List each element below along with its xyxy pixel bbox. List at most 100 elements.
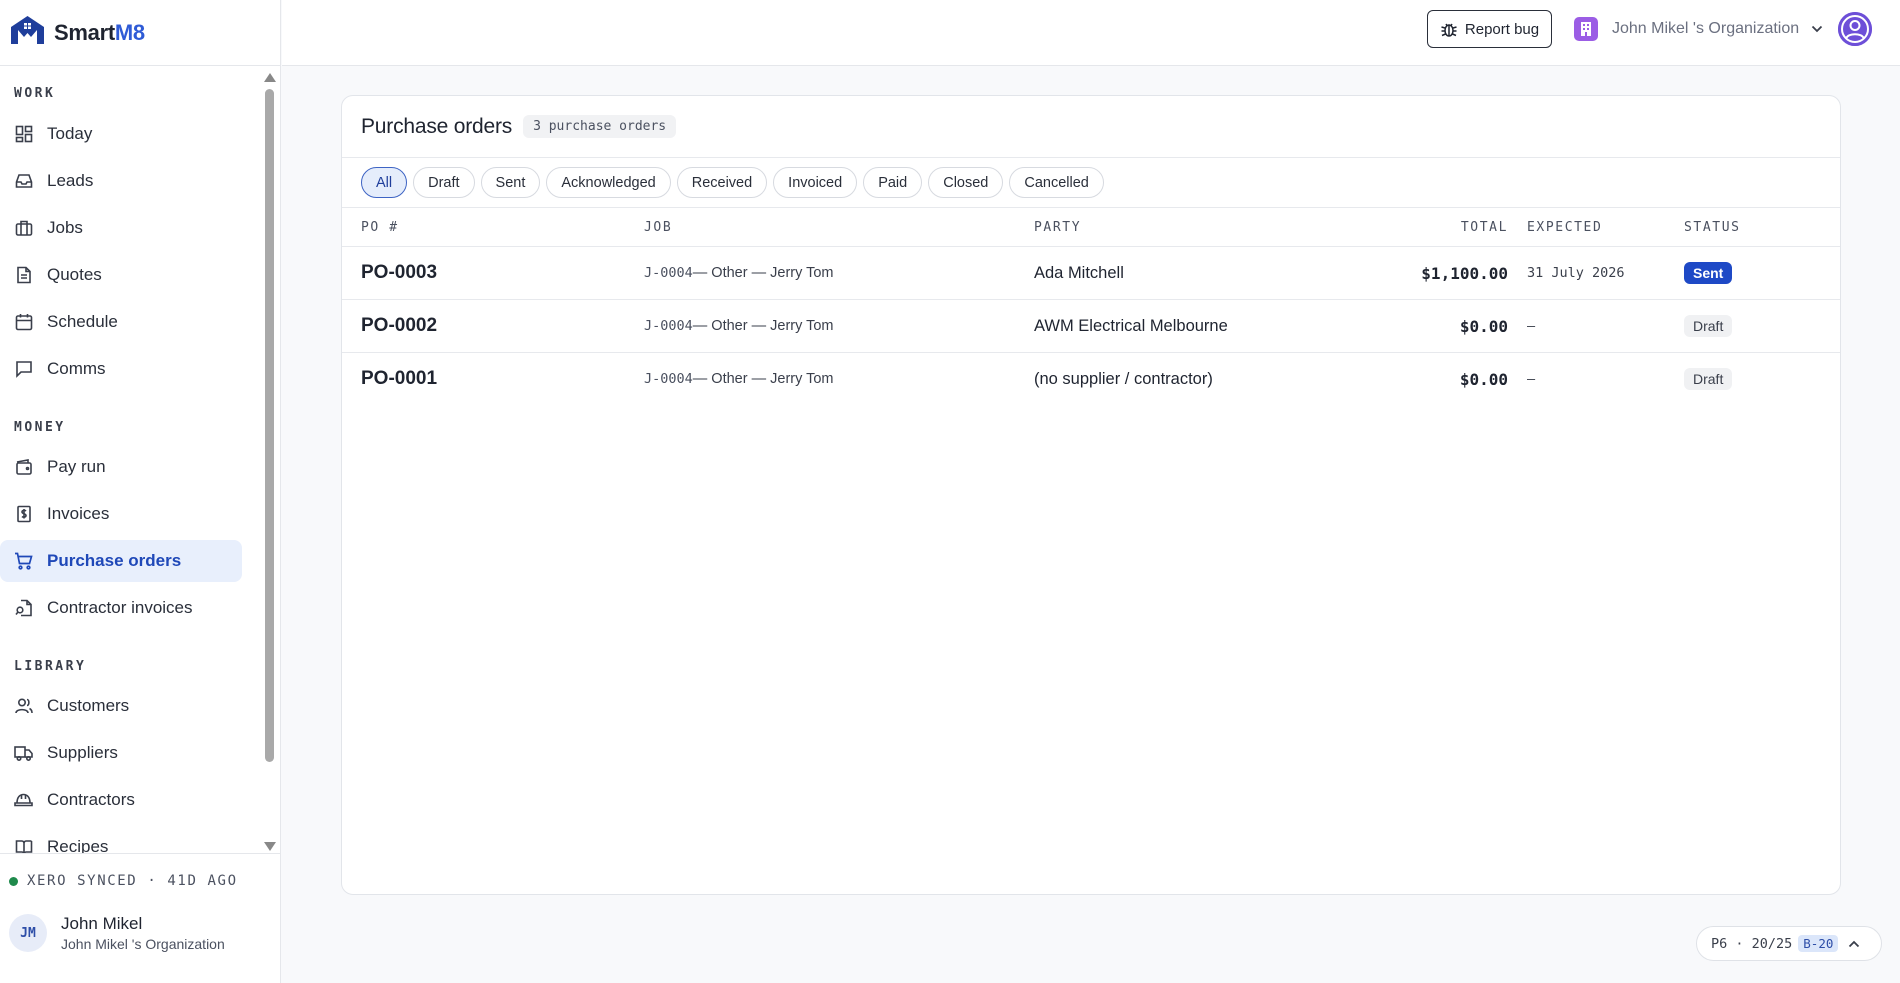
sidebar-item-label: Today	[47, 124, 93, 143]
column-header-po[interactable]: PO #	[361, 220, 399, 235]
sidebar-item-recipes[interactable]: Recipes	[0, 826, 242, 853]
section-library-label: LIBRARY	[14, 659, 87, 674]
status-cell: Draft	[1684, 300, 1733, 352]
sidebar-item-label: Contractors	[47, 790, 135, 809]
po-number[interactable]: PO-0001	[361, 353, 437, 405]
sync-status-dot-icon	[9, 876, 18, 886]
section-work-label: WORK	[14, 86, 56, 101]
filter-invoiced[interactable]: Invoiced	[773, 167, 858, 198]
chevron-up-icon	[1848, 940, 1860, 948]
xero-sync-status: XERO SYNCED · 41D AGO	[9, 873, 238, 889]
table-row[interactable]: PO-0002 J-0004 — Other — Jerry Tom AWM E…	[342, 300, 1840, 353]
status-cell: Sent	[1684, 247, 1733, 299]
file-search-icon	[14, 599, 33, 618]
bug-icon	[1440, 20, 1458, 38]
column-header-total[interactable]: TOTAL	[1402, 220, 1508, 235]
purchase-orders-card: Purchase orders 3 purchase orders All Dr…	[341, 95, 1841, 895]
status-badge: Sent	[1684, 262, 1733, 284]
scroll-up-arrow-icon[interactable]	[264, 73, 276, 82]
sidebar-item-contractor-invoices[interactable]: Contractor invoices	[0, 587, 242, 629]
report-bug-label: Report bug	[1464, 20, 1540, 38]
sidebar-item-suppliers[interactable]: Suppliers	[0, 732, 242, 774]
chevron-down-icon	[1811, 25, 1823, 33]
job-cell: J-0004 — Other — Jerry Tom	[644, 318, 834, 334]
organization-selector[interactable]: John Mikel 's Organization	[1574, 15, 1823, 43]
sidebar-item-leads[interactable]: Leads	[0, 160, 242, 202]
sidebar-item-label: Quotes	[47, 265, 102, 284]
table-body: PO-0003 J-0004 — Other — Jerry Tom Ada M…	[342, 247, 1840, 406]
avatar: JM	[9, 914, 47, 952]
party-cell: (no supplier / contractor)	[1034, 369, 1213, 388]
sidebar-item-contractors[interactable]: Contractors	[0, 779, 242, 821]
dollar-receipt-icon	[14, 505, 33, 524]
column-header-party[interactable]: PARTY	[1034, 220, 1081, 235]
wallet-icon	[14, 458, 33, 477]
total-cell: $0.00	[1459, 369, 1508, 389]
expected-cell: 31 July 2026	[1527, 265, 1625, 281]
sidebar-item-label: Purchase orders	[47, 551, 182, 570]
column-header-job[interactable]: JOB	[644, 220, 672, 235]
page-indicator-pill[interactable]: P6 · 20/25 B-20	[1696, 926, 1882, 961]
total-cell: $0.00	[1459, 316, 1508, 336]
status-filter-bar: All Draft Sent Acknowledged Received Inv…	[342, 158, 1840, 208]
sidebar-item-quotes[interactable]: Quotes	[0, 254, 242, 296]
chat-icon	[14, 360, 33, 379]
user-name: John Mikel	[61, 914, 143, 933]
sidebar-nav: WORK Today Leads Jobs Quotes Schedule Co…	[0, 66, 261, 853]
briefcase-icon	[14, 219, 33, 238]
page-title: Purchase orders	[361, 114, 513, 138]
sidebar-item-label: Leads	[47, 171, 94, 190]
sidebar-item-pay-run[interactable]: Pay run	[0, 446, 242, 488]
scroll-thumb[interactable]	[265, 89, 274, 762]
filter-cancelled[interactable]: Cancelled	[1009, 167, 1104, 198]
sidebar-item-label: Contractor invoices	[47, 598, 193, 617]
filter-all[interactable]: All	[361, 167, 408, 198]
job-cell: J-0004 — Other — Jerry Tom	[644, 265, 834, 281]
sidebar-item-label: Invoices	[47, 504, 110, 523]
sidebar-item-purchase-orders[interactable]: Purchase orders	[0, 540, 242, 582]
total-cell: $1,100.00	[1421, 263, 1508, 283]
sidebar-scrollbar[interactable]	[263, 68, 277, 854]
filter-sent[interactable]: Sent	[480, 167, 541, 198]
sidebar-divider	[0, 853, 281, 854]
filter-paid[interactable]: Paid	[863, 167, 923, 198]
sidebar-item-label: Recipes	[47, 837, 109, 853]
sidebar-item-comms[interactable]: Comms	[0, 348, 242, 390]
sidebar-item-customers[interactable]: Customers	[0, 685, 242, 727]
brand-name: SmartM8	[54, 19, 145, 45]
report-bug-button[interactable]: Report bug	[1427, 10, 1552, 48]
status-badge: Draft	[1684, 315, 1733, 337]
calendar-icon	[14, 313, 33, 332]
sidebar-item-invoices[interactable]: Invoices	[0, 493, 242, 535]
sync-status-text: XERO SYNCED · 41D AGO	[27, 873, 238, 889]
page-indicator-text: P6 · 20/25	[1711, 935, 1793, 952]
cart-icon	[14, 552, 33, 571]
scroll-down-arrow-icon[interactable]	[264, 842, 276, 851]
users-icon	[14, 697, 33, 716]
dashboard-icon	[14, 125, 33, 144]
status-badge: Draft	[1684, 368, 1733, 390]
inbox-icon	[14, 172, 33, 191]
document-icon	[14, 266, 33, 285]
filter-closed[interactable]: Closed	[928, 167, 1004, 198]
po-number[interactable]: PO-0002	[361, 300, 437, 352]
column-header-status[interactable]: STATUS	[1684, 220, 1741, 235]
user-profile[interactable]: JM John Mikel John Mikel 's Organization	[9, 914, 225, 952]
user-avatar-icon[interactable]	[1838, 12, 1872, 46]
sidebar-item-jobs[interactable]: Jobs	[0, 207, 242, 249]
brand[interactable]: SmartM8	[0, 0, 280, 66]
sidebar-item-label: Schedule	[47, 312, 118, 331]
column-header-expected[interactable]: EXPECTED	[1527, 220, 1602, 235]
sidebar-item-label: Suppliers	[47, 743, 118, 762]
sidebar-item-schedule[interactable]: Schedule	[0, 301, 242, 343]
table-row[interactable]: PO-0001 J-0004 — Other — Jerry Tom (no s…	[342, 353, 1840, 406]
truck-icon	[14, 744, 33, 763]
sidebar-item-today[interactable]: Today	[0, 113, 242, 155]
filter-received[interactable]: Received	[676, 167, 768, 198]
hard-hat-icon	[14, 791, 33, 810]
table-row[interactable]: PO-0003 J-0004 — Other — Jerry Tom Ada M…	[342, 247, 1840, 300]
filter-acknowledged[interactable]: Acknowledged	[546, 167, 671, 198]
top-bar: Report bug John Mikel 's Organization	[282, 0, 1900, 66]
po-number[interactable]: PO-0003	[361, 247, 437, 299]
filter-draft[interactable]: Draft	[413, 167, 475, 198]
